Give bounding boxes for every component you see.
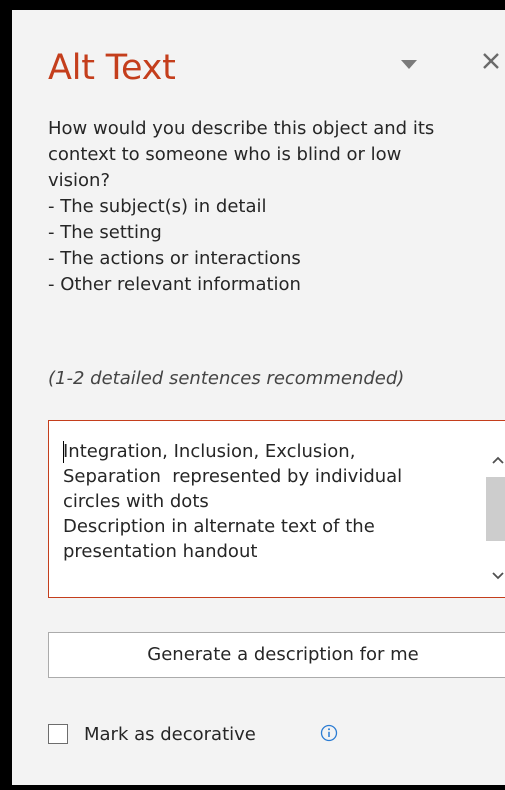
chevron-down-icon <box>492 572 504 580</box>
instructions-bullet: - The actions or interactions <box>48 248 301 269</box>
scrollbar-thumb[interactable] <box>486 477 505 541</box>
chevron-up-icon <box>492 456 504 464</box>
instructions-bullet: - The subject(s) in detail <box>48 196 267 217</box>
close-pane-button[interactable] <box>472 44 505 80</box>
instructions-question-line: vision? <box>48 170 111 191</box>
close-icon <box>483 53 499 69</box>
instructions-bullet: - The setting <box>48 222 162 243</box>
sentence-recommendation-hint: (1-2 detailed sentences recommended) <box>48 368 405 389</box>
instructions-question-line: context to someone who is blind or low <box>48 144 402 165</box>
alt-text-description-field[interactable]: Integration, Inclusion, Exclusion, Separ… <box>48 420 505 598</box>
instructions-bullet: - Other relevant information <box>48 274 301 295</box>
alt-text-description-value[interactable]: Integration, Inclusion, Exclusion, Separ… <box>63 439 463 564</box>
alt-text-pane: Alt Text How would you describe this obj… <box>12 10 505 785</box>
pane-options-dropdown[interactable] <box>392 54 426 78</box>
info-icon[interactable] <box>320 724 338 742</box>
scroll-down-button[interactable] <box>486 565 505 589</box>
window-frame: Alt Text How would you describe this obj… <box>0 0 505 790</box>
mark-as-decorative-checkbox[interactable] <box>48 724 68 744</box>
description-scrollbar[interactable] <box>486 439 505 591</box>
pane-title: Alt Text <box>48 48 176 88</box>
instructions-question-line: How would you describe this object and i… <box>48 118 435 139</box>
generate-description-button[interactable]: Generate a description for me <box>48 632 505 678</box>
scroll-up-button[interactable] <box>486 449 505 473</box>
mark-as-decorative-label[interactable]: Mark as decorative <box>84 722 256 748</box>
instructions-text: How would you describe this object and i… <box>48 116 505 298</box>
caret-down-icon <box>401 60 417 69</box>
text-cursor <box>63 441 64 463</box>
